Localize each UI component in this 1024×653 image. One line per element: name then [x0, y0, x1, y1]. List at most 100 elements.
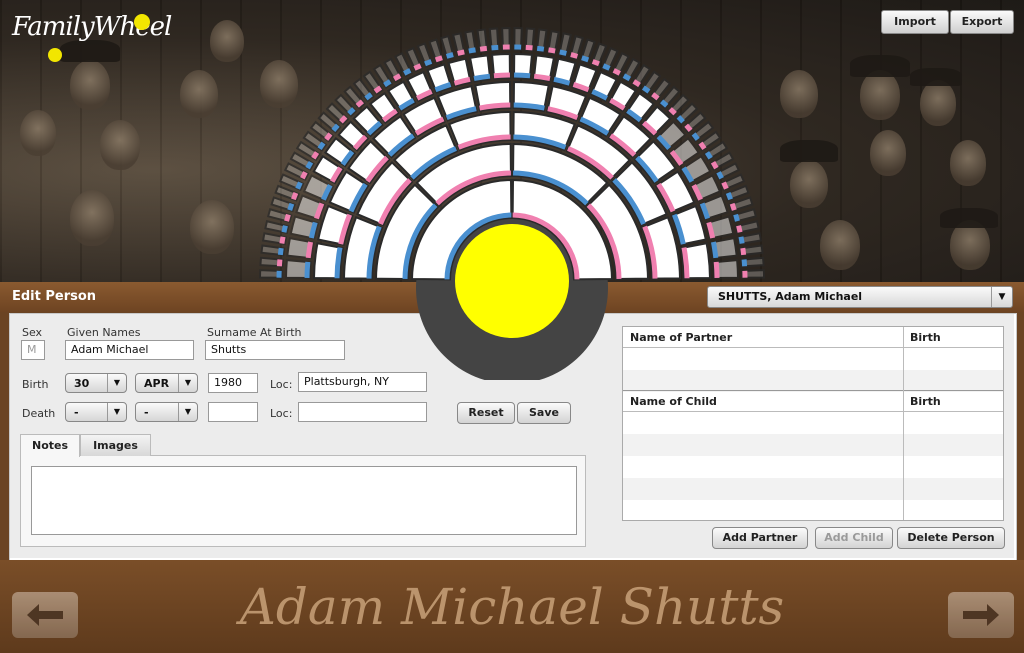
- wheel-segment-border: [331, 123, 340, 132]
- birth-day-select[interactable]: 30 ▼: [65, 373, 127, 393]
- wheel-segment-border: [295, 181, 303, 190]
- sex-label: Sex: [22, 326, 43, 339]
- wheel-segment-border: [334, 247, 343, 279]
- wheel-segment-border: [570, 52, 579, 59]
- wheel-segment-border: [445, 52, 454, 59]
- birth-label: Birth: [22, 378, 49, 391]
- surname-label: Surname At Birth: [207, 326, 302, 339]
- wheel-segment-border: [716, 171, 724, 180]
- chevron-down-icon: ▼: [107, 374, 126, 392]
- wheel-segment-border: [277, 247, 284, 256]
- save-button[interactable]: Save: [517, 402, 571, 424]
- death-day-select[interactable]: - ▼: [65, 402, 127, 422]
- partner-birth-header[interactable]: Birth: [910, 331, 941, 344]
- previous-person-button[interactable]: [12, 592, 78, 638]
- wheel-segment-border: [304, 261, 311, 278]
- sex-field[interactable]: M: [21, 340, 45, 360]
- death-location-field[interactable]: [298, 402, 427, 422]
- wheel-segment-border: [660, 99, 669, 108]
- wheel-segment-border: [691, 132, 700, 141]
- surname-field[interactable]: Shutts: [205, 340, 345, 360]
- dropdown-arrow-icon: ▼: [991, 287, 1012, 307]
- wheel-segment-border: [457, 49, 465, 56]
- wheel-segment-border: [548, 47, 556, 54]
- tab-images[interactable]: Images: [80, 434, 151, 456]
- wheel-segment-border: [581, 55, 590, 63]
- wheel-segment-border: [681, 247, 690, 279]
- notes-textarea[interactable]: [31, 466, 577, 535]
- next-person-button[interactable]: [948, 592, 1014, 638]
- wheel-segment-border: [698, 141, 707, 151]
- wheel-segment-border: [622, 73, 632, 82]
- reset-button[interactable]: Reset: [457, 402, 515, 424]
- add-partner-button[interactable]: Add Partner: [712, 527, 808, 549]
- wheel-segment-border: [468, 47, 476, 54]
- wheel-segment-border: [733, 213, 740, 222]
- birth-location-field[interactable]: Plattsburgh, NY: [298, 372, 427, 392]
- child-birth-header[interactable]: Birth: [910, 395, 941, 408]
- wheel-segment-border: [300, 171, 308, 180]
- wheel-segment-border: [287, 202, 295, 211]
- wheel-segment-border: [713, 261, 720, 278]
- wheel-segment-border: [533, 73, 551, 82]
- wheel-segment-border: [413, 63, 422, 71]
- birth-month-select[interactable]: APR ▼: [135, 373, 198, 393]
- wheel-segment-border: [373, 85, 383, 94]
- tab-notes[interactable]: Notes: [20, 434, 80, 457]
- chevron-down-icon: ▼: [107, 403, 126, 421]
- wheel-segment-border: [305, 160, 314, 170]
- wheel-segment-border: [324, 132, 333, 141]
- left-arrow-icon: [27, 604, 63, 626]
- child-name-header[interactable]: Name of Child: [630, 395, 717, 408]
- wheel-segment-border: [710, 160, 719, 170]
- wheel-segment-border: [364, 92, 373, 101]
- wheel-segment-border: [291, 192, 299, 201]
- wheel-segment-border: [347, 107, 356, 116]
- wheel-center-person[interactable]: [455, 224, 569, 338]
- person-select[interactable]: SHUTTS, Adam Michael ▼: [707, 286, 1013, 308]
- wheel-segment-border: [479, 102, 511, 111]
- wheel-segment-border: [473, 73, 491, 82]
- wheel-segment-border: [721, 181, 729, 190]
- wheel-segment-border: [305, 241, 314, 259]
- footer-person-name: Adam Michael Shutts: [239, 578, 785, 636]
- wheel-segment-border: [725, 192, 733, 201]
- wheel-segment-border: [493, 72, 510, 79]
- given-names-label: Given Names: [67, 326, 141, 339]
- wheel-segment-border: [710, 241, 719, 259]
- wheel-segment-border: [536, 45, 545, 52]
- family-wheel-chart[interactable]: [0, 0, 1024, 380]
- wheel-segment-border: [684, 123, 693, 132]
- wheel-segment-border: [559, 49, 567, 56]
- right-arrow-icon: [963, 604, 999, 626]
- add-child-button[interactable]: Add Child: [815, 527, 893, 549]
- wheel-segment-border: [513, 102, 545, 111]
- wheel-segment-border: [281, 225, 288, 233]
- wheel-segment-border: [738, 236, 745, 244]
- death-year-field[interactable]: [208, 402, 258, 422]
- wheel-segment-border: [284, 213, 291, 222]
- wheel-segment-border: [403, 68, 412, 76]
- chevron-down-icon: ▼: [178, 374, 197, 392]
- wheel-segment-border: [317, 141, 326, 151]
- wheel-segment-border: [434, 55, 443, 63]
- wheel-segment-border: [704, 151, 713, 160]
- death-loc-label: Loc:: [270, 407, 293, 420]
- wheel-segment-border: [740, 247, 747, 256]
- wheel-segment-border: [279, 236, 286, 244]
- death-month-select[interactable]: - ▼: [135, 402, 198, 422]
- chevron-down-icon: ▼: [178, 403, 197, 421]
- wheel-segment-border: [602, 63, 611, 71]
- wheel-segment-border: [729, 202, 737, 211]
- wheel-segment-border: [392, 73, 402, 82]
- death-label: Death: [22, 407, 56, 420]
- birth-year-field[interactable]: 1980: [208, 373, 258, 393]
- wheel-segment-border: [651, 92, 660, 101]
- wheel-segment-border: [339, 115, 348, 124]
- wheel-segment-border: [676, 115, 685, 124]
- partner-name-header[interactable]: Name of Partner: [630, 331, 732, 344]
- given-names-field[interactable]: Adam Michael: [65, 340, 194, 360]
- wheel-segment-border: [591, 59, 600, 67]
- wheel-segment-border: [479, 45, 488, 52]
- delete-person-button[interactable]: Delete Person: [897, 527, 1005, 549]
